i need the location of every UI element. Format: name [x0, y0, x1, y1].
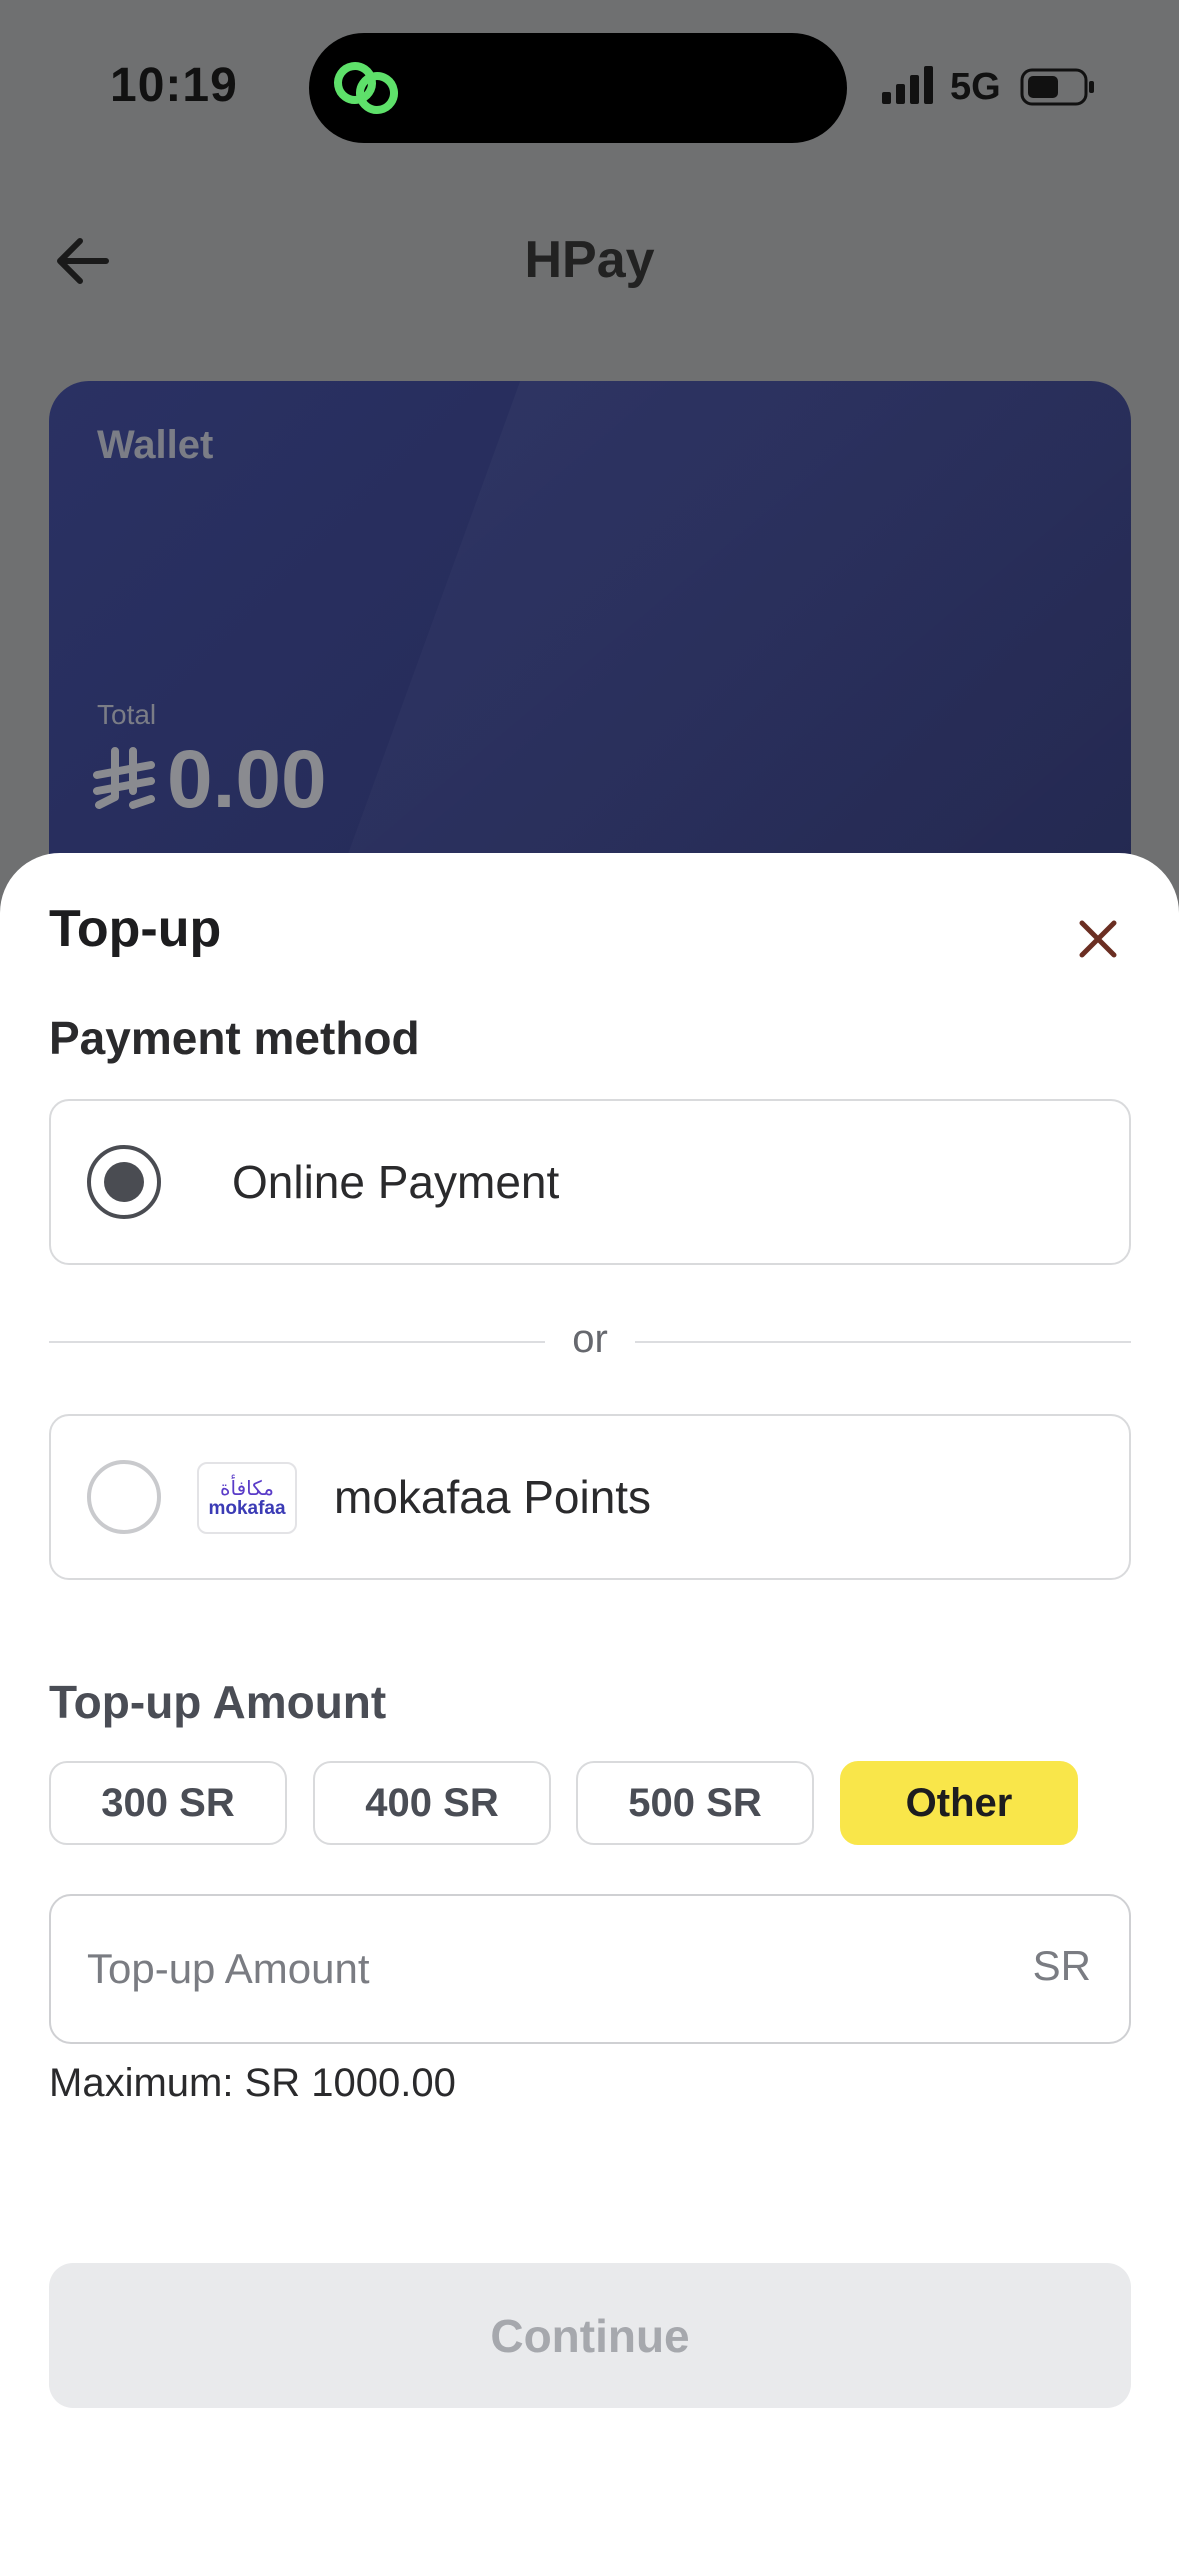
divider-line: [635, 1341, 1131, 1343]
top-up-amount-label: Top-up Amount: [49, 1676, 387, 1728]
page-title: HPay: [524, 231, 655, 289]
payment-method-label: Payment method: [49, 1012, 420, 1064]
mokafaa-logo-arabic: مكافأة: [220, 1476, 274, 1500]
or-divider: or: [49, 1311, 1131, 1371]
divider-text: or: [572, 1317, 608, 1361]
payment-option-label: Online Payment: [232, 1156, 560, 1208]
network-type-label: 5G: [950, 66, 1001, 108]
radio-button[interactable]: [87, 1460, 161, 1534]
sheet-title: Top-up: [49, 900, 222, 958]
total-balance: 0.00: [93, 733, 327, 827]
wallet-label: Wallet: [97, 423, 214, 467]
top-up-sheet: Top-up Payment method Online Payment or …: [0, 853, 1179, 2556]
continue-button[interactable]: Continue: [49, 2263, 1131, 2408]
radio-button-selected[interactable]: [87, 1145, 161, 1219]
close-icon[interactable]: [1068, 909, 1128, 969]
nav-bar: HPay: [0, 200, 1179, 320]
total-label: Total: [97, 699, 157, 730]
saudi-riyal-icon: [93, 747, 155, 809]
maximum-amount-text: Maximum: SR 1000.00: [49, 2061, 456, 2105]
mokafaa-logo: مكافأة mokafaa: [197, 1462, 297, 1534]
signal-strength-icon: [882, 66, 933, 104]
total-value: 0.00: [167, 734, 327, 825]
link-rings-icon: [334, 62, 398, 114]
status-time: 10:19: [110, 59, 238, 112]
payment-option-online[interactable]: Online Payment: [49, 1099, 1131, 1265]
battery-icon: [1020, 68, 1094, 106]
dynamic-island: [309, 33, 847, 143]
payment-option-mokafaa[interactable]: مكافأة mokafaa mokafaa Points: [49, 1414, 1131, 1580]
mokafaa-logo-text: mokafaa: [208, 1498, 286, 1519]
amount-chip-400[interactable]: 400 SR: [313, 1761, 551, 1845]
amount-chip-other[interactable]: Other: [840, 1761, 1078, 1845]
amount-field[interactable]: SR: [49, 1894, 1131, 2044]
payment-option-label: mokafaa Points: [334, 1471, 652, 1523]
amount-chips: 300 SR 400 SR 500 SR Other: [49, 1761, 1149, 1847]
amount-chip-300[interactable]: 300 SR: [49, 1761, 287, 1845]
wallet-card: Wallet Total 0.00: [49, 381, 1131, 901]
amount-input[interactable]: [87, 1896, 967, 2042]
currency-suffix: SR: [1032, 1942, 1091, 1989]
status-bar: 10:19 5G: [0, 0, 1179, 150]
amount-chip-500[interactable]: 500 SR: [576, 1761, 814, 1845]
